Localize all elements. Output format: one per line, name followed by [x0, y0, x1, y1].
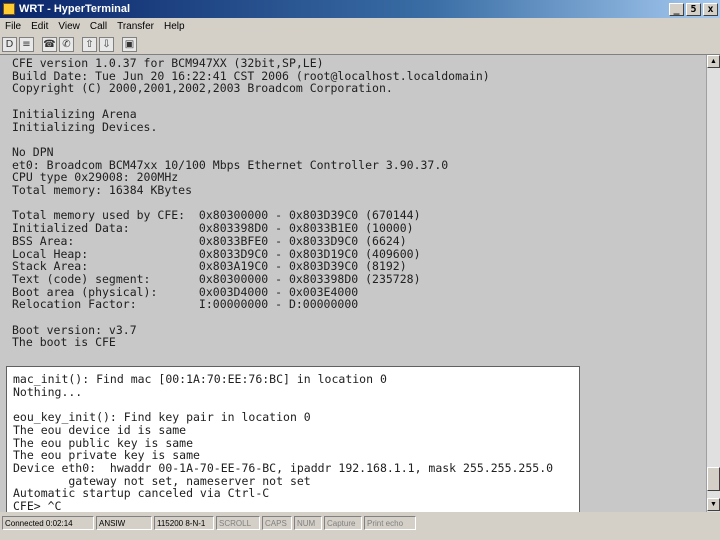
send-icon[interactable]: ⇧	[82, 37, 97, 52]
scroll-down-icon[interactable]: ▼	[707, 498, 720, 511]
title-bar: WRT - HyperTerminal _ 5 x	[0, 0, 720, 18]
receive-icon[interactable]: ⇩	[99, 37, 114, 52]
status-settings: 115200 8-N-1	[154, 516, 214, 530]
menu-call[interactable]: Call	[85, 21, 112, 32]
vertical-scrollbar[interactable]: ▲ ▼	[706, 55, 720, 512]
menu-help[interactable]: Help	[159, 21, 190, 32]
minimize-button[interactable]: _	[669, 2, 684, 16]
connect-icon[interactable]: ☎	[42, 37, 57, 52]
status-connected: Connected 0:02:14	[2, 516, 94, 530]
status-bar: Connected 0:02:14 ANSIW 115200 8-N-1 SCR…	[0, 512, 720, 540]
status-capture: Capture	[324, 516, 362, 530]
overlay-output: mac_init(): Find mac [00:1A:70:EE:76:BC]…	[13, 372, 554, 514]
scroll-up-icon[interactable]: ▲	[707, 55, 720, 68]
new-icon[interactable]: D	[2, 37, 17, 52]
maximize-button[interactable]: 5	[686, 2, 701, 16]
close-button[interactable]: x	[703, 2, 718, 16]
toolbar: D ≡ ☎ ✆ ⇧ ⇩ ▣	[0, 35, 720, 55]
menu-edit[interactable]: Edit	[26, 21, 53, 32]
menu-transfer[interactable]: Transfer	[112, 21, 159, 32]
status-emulation: ANSIW	[96, 516, 152, 530]
disconnect-icon[interactable]: ✆	[59, 37, 74, 52]
menu-file[interactable]: File	[0, 21, 26, 32]
terminal-overlay[interactable]: mac_init(): Find mac [00:1A:70:EE:76:BC]…	[6, 366, 580, 518]
scroll-thumb[interactable]	[707, 467, 720, 491]
hyperterminal-icon	[3, 3, 15, 15]
status-caps: CAPS	[262, 516, 292, 530]
status-scroll: SCROLL	[216, 516, 260, 530]
status-printecho: Print echo	[364, 516, 416, 530]
window-controls: _ 5 x	[669, 2, 718, 16]
properties-icon[interactable]: ▣	[122, 37, 137, 52]
window-title: WRT - HyperTerminal	[19, 3, 131, 15]
terminal-output: CFE version 1.0.37 for BCM947XX (32bit,S…	[12, 56, 490, 350]
open-icon[interactable]: ≡	[19, 37, 34, 52]
menu-view[interactable]: View	[53, 21, 85, 32]
status-num: NUM	[294, 516, 322, 530]
menu-bar: File Edit View Call Transfer Help	[0, 18, 720, 35]
